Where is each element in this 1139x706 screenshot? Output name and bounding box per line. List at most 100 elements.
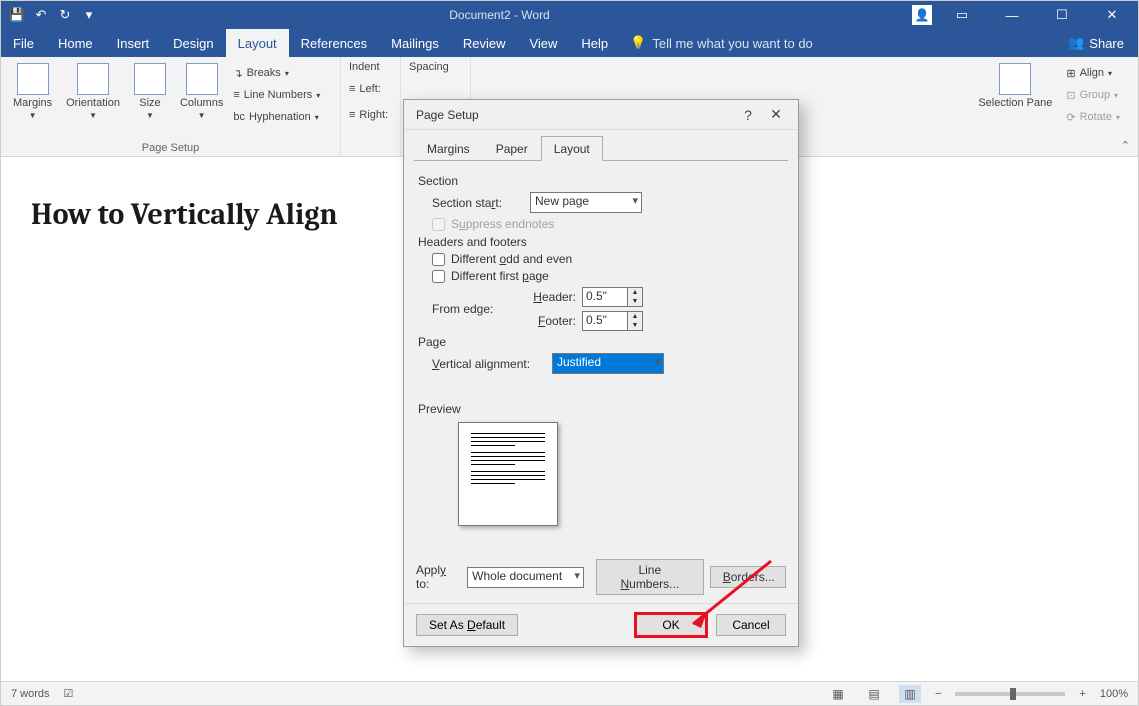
tab-review[interactable]: Review (451, 29, 518, 57)
set-as-default-button[interactable]: Set As Default (416, 614, 518, 636)
chevron-down-icon: ▼ (198, 111, 206, 120)
share-button[interactable]: 👥 Share (1068, 35, 1138, 51)
selection-pane-label: Selection Pane (978, 97, 1052, 109)
page-setup-dialog: Page Setup ? ✕ Margins Paper Layout Sect… (403, 99, 799, 647)
from-edge-label: From edge: (432, 302, 522, 316)
print-layout-icon[interactable]: ▤ (863, 685, 885, 703)
breaks-icon: ↴ (233, 67, 242, 80)
align-button[interactable]: ⊞Align▾ (1066, 63, 1120, 83)
size-button[interactable]: Size▼ (130, 61, 170, 122)
header-label: Header: (530, 290, 576, 304)
zoom-in-icon[interactable]: + (1079, 688, 1085, 700)
cancel-button[interactable]: Cancel (716, 614, 786, 636)
indent-right[interactable]: ≡Right: (349, 105, 388, 125)
lightbulb-icon: 💡 (630, 35, 646, 51)
tell-me-label: Tell me what you want to do (652, 36, 812, 51)
borders-button[interactable]: Borders... (710, 566, 786, 588)
word-count[interactable]: 7 words (11, 688, 50, 700)
orientation-button[interactable]: Orientation▼ (62, 61, 124, 122)
line-numbers-button-dlg[interactable]: Line Numbers... (596, 559, 704, 595)
group-label: Group (1080, 89, 1111, 101)
selection-pane-button[interactable]: Selection Pane (974, 61, 1056, 111)
suppress-endnotes-label: Suppress endnotes (451, 217, 554, 231)
maximize-icon[interactable]: ☐ (1042, 1, 1082, 29)
headers-footers-heading: Headers and footers (418, 235, 784, 249)
close-icon[interactable]: ✕ (1092, 1, 1132, 29)
line-numbers-button[interactable]: ≡Line Numbers▾ (233, 85, 320, 105)
tell-me[interactable]: 💡 Tell me what you want to do (630, 35, 813, 51)
tab-file[interactable]: File (1, 29, 46, 57)
read-mode-icon[interactable]: ▦ (827, 685, 849, 703)
help-icon[interactable]: ? (734, 103, 762, 127)
zoom-level[interactable]: 100% (1100, 688, 1128, 700)
hyphenation-button[interactable]: bcHyphenation▾ (233, 107, 320, 127)
share-label: Share (1089, 36, 1124, 51)
section-start-select[interactable]: New page (530, 192, 642, 213)
hyphenation-label: Hyphenation (249, 111, 311, 123)
breaks-button[interactable]: ↴Breaks▾ (233, 63, 320, 83)
diff-first-page-checkbox[interactable] (432, 270, 445, 283)
dialog-close-icon[interactable]: ✕ (762, 103, 790, 127)
tab-references[interactable]: References (289, 29, 379, 57)
apply-to-select[interactable]: Whole document (467, 567, 584, 588)
hyphenation-icon: bc (233, 111, 245, 123)
breaks-label: Breaks (247, 67, 281, 79)
tab-home[interactable]: Home (46, 29, 105, 57)
spin-down-icon[interactable]: ▼ (628, 297, 642, 306)
zoom-slider[interactable] (955, 692, 1065, 696)
group-button: ⊡Group▾ (1066, 85, 1120, 105)
zoom-out-icon[interactable]: − (935, 688, 941, 700)
chevron-down-icon: ▼ (89, 111, 97, 120)
ribbon-display-icon[interactable]: ▭ (942, 1, 982, 29)
dialog-tab-margins[interactable]: Margins (414, 136, 483, 161)
vertical-alignment-label: Vertical alignment: (432, 357, 544, 371)
apply-to-label: Apply to: (416, 563, 461, 591)
ribbon-tabs: File Home Insert Design Layout Reference… (1, 29, 1138, 57)
qat-customize-icon[interactable]: ▾ (81, 7, 97, 23)
rotate-button: ⟳Rotate▾ (1066, 107, 1120, 127)
footer-value[interactable]: 0.5" (582, 311, 628, 331)
spin-down-icon[interactable]: ▼ (628, 321, 642, 330)
columns-label: Columns (180, 97, 223, 109)
margins-button[interactable]: Margins▼ (9, 61, 56, 122)
tab-help[interactable]: Help (569, 29, 620, 57)
tab-insert[interactable]: Insert (105, 29, 162, 57)
spin-up-icon[interactable]: ▲ (628, 312, 642, 321)
collapse-ribbon-icon[interactable]: ⌃ (1121, 139, 1130, 152)
spin-up-icon[interactable]: ▲ (628, 288, 642, 297)
web-layout-icon[interactable]: ▥ (899, 685, 921, 703)
section-start-label: Section start: (432, 196, 522, 210)
diff-odd-even-label: Different odd and even (451, 252, 572, 266)
footer-spinner[interactable]: 0.5"▲▼ (582, 311, 643, 331)
diff-odd-even-checkbox[interactable] (432, 253, 445, 266)
page-setup-group-label: Page Setup (9, 140, 332, 154)
dialog-tab-paper[interactable]: Paper (483, 136, 541, 161)
tab-design[interactable]: Design (161, 29, 225, 57)
section-heading: Section (418, 174, 784, 188)
size-label: Size (139, 97, 160, 109)
ok-button[interactable]: OK (636, 614, 706, 636)
undo-icon[interactable]: ↶ (33, 7, 49, 23)
indent-left[interactable]: ≡Left: (349, 79, 381, 99)
header-value[interactable]: 0.5" (582, 287, 628, 307)
user-avatar-icon[interactable]: 👤 (912, 5, 932, 25)
tab-mailings[interactable]: Mailings (379, 29, 451, 57)
preview-thumbnail (458, 422, 558, 526)
vertical-alignment-select[interactable]: Justified (552, 353, 664, 374)
columns-button[interactable]: Columns ▼ (176, 61, 227, 122)
dialog-tab-layout[interactable]: Layout (541, 136, 603, 161)
page-heading: Page (418, 335, 784, 349)
redo-icon[interactable]: ↻ (57, 7, 73, 23)
spellcheck-icon[interactable]: ☑ (64, 687, 74, 700)
minimize-icon[interactable]: — (992, 1, 1032, 29)
chevron-down-icon: ▼ (29, 111, 37, 120)
preview-heading: Preview (418, 402, 784, 416)
tab-view[interactable]: View (517, 29, 569, 57)
tab-layout[interactable]: Layout (226, 29, 289, 57)
dialog-title: Page Setup (416, 108, 479, 122)
diff-first-page-label: Different first page (451, 269, 549, 283)
group-icon: ⊡ (1066, 89, 1075, 102)
header-spinner[interactable]: 0.5"▲▼ (582, 287, 643, 307)
window-title: Document2 - Word (97, 8, 902, 22)
save-icon[interactable]: 💾 (9, 7, 25, 23)
